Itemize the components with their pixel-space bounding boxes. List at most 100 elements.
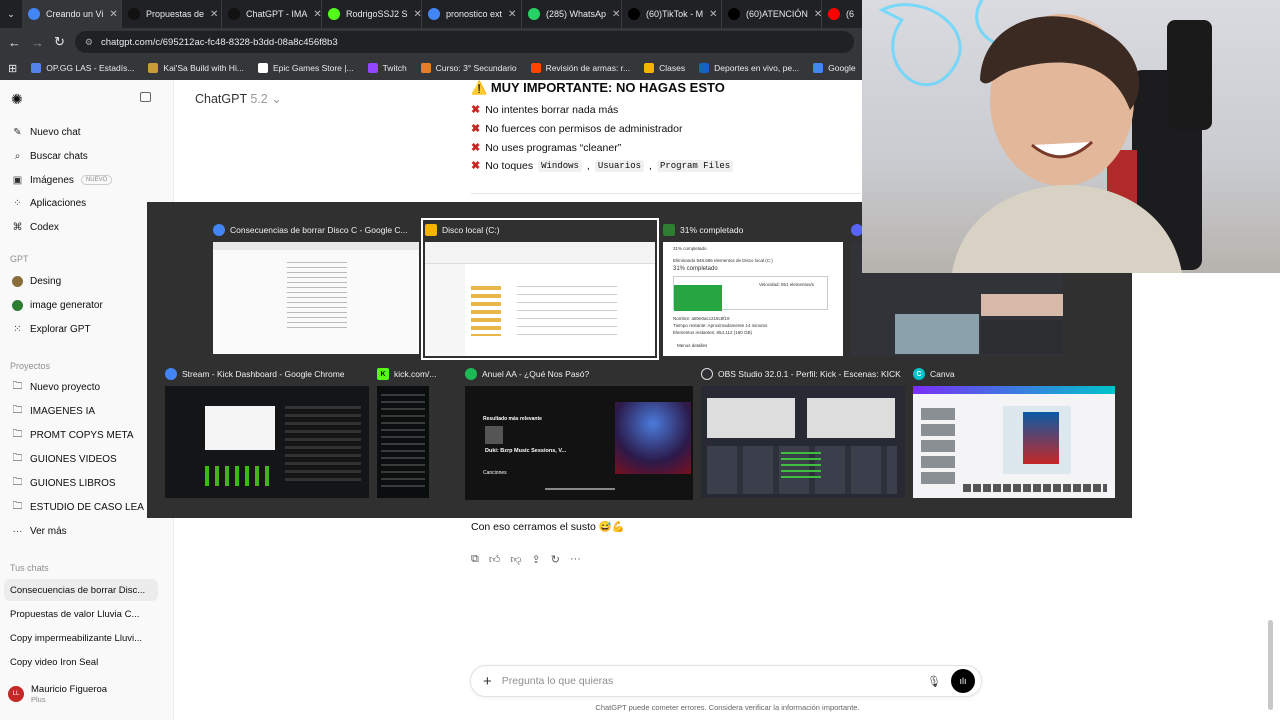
bookmark-favicon-icon (257, 63, 268, 73)
bookmark[interactable]: Kai'Sa Build with Hi... (148, 63, 244, 73)
close-icon[interactable]: ✕ (709, 9, 717, 20)
chatgpt-logo-icon[interactable]: ✺ (11, 91, 23, 108)
switcher-window-chrome[interactable]: Consecuencias de borrar Disco C - Google… (213, 222, 419, 356)
gpt-item-desing[interactable]: Desing (12, 272, 61, 290)
sidebar-item-codex[interactable]: ⌘ Codex (12, 218, 59, 236)
forward-icon[interactable]: → (31, 35, 44, 50)
bookmark[interactable]: OP.GG LAS - Estadís... (31, 63, 134, 73)
browser-tab[interactable]: RodrigoSSJ2 S ✕ (322, 0, 422, 28)
kick-icon: K (377, 368, 389, 380)
browser-tab[interactable]: (6 (822, 0, 862, 28)
composer[interactable]: + Pregunta lo que quieras 🎙︎ ılı (470, 665, 982, 697)
divider (471, 193, 861, 194)
cross-mark-icon: ✖ (471, 123, 481, 135)
bookmark-favicon-icon (31, 63, 42, 73)
browser-tab[interactable]: Propuestas de ✕ (122, 0, 222, 28)
bookmark[interactable]: Curso: 3° Secundario (420, 63, 517, 73)
bookmark[interactable]: Clases (644, 63, 685, 73)
bookmark-favicon-icon (813, 63, 824, 73)
bookmark[interactable]: Deportes en vivo, pe... (699, 63, 799, 73)
browser-tab[interactable]: ChatGPT - IMA ✕ (222, 0, 322, 28)
reload-icon[interactable]: ↻ (54, 34, 65, 50)
chat-item[interactable]: Propuestas de valor Lluvia C... (10, 609, 139, 620)
address-bar[interactable]: ⚙ chatgpt.com/c/695212ac-fc48-8328-b3dd-… (74, 31, 854, 53)
back-icon[interactable]: ← (8, 35, 21, 50)
close-icon[interactable]: ✕ (508, 9, 516, 20)
switcher-window-canva[interactable]: C Canva (913, 366, 1115, 500)
chat-item[interactable]: Copy impermeabilizante Lluvi... (10, 633, 142, 644)
switcher-window-progress[interactable]: 31% completado 31% completado Eliminando… (663, 222, 843, 356)
url-text[interactable]: chatgpt.com/c/695212ac-fc48-8328-b3dd-08… (101, 37, 338, 48)
project-item[interactable]: 🗀 PROMT COPYS META (12, 426, 134, 444)
spotify-icon (465, 368, 477, 380)
close-icon[interactable]: ✕ (814, 9, 821, 20)
explore-gpts[interactable]: ⁙ Explorar GPT (12, 320, 90, 338)
thumbs-up-icon[interactable]: 👍︎ (489, 553, 501, 566)
browser-tab[interactable]: (60)ATENCIÓN ✕ (722, 0, 822, 28)
project-item[interactable]: 🗀 ESTUDIO DE CASO LEA (12, 498, 144, 516)
browser-tab[interactable]: pronostico ext ✕ (422, 0, 522, 28)
switcher-window-spotify[interactable]: Anuel AA - ¿Qué Nos Pasó? Resultado más … (465, 366, 693, 500)
regenerate-icon[interactable]: ↻ (551, 553, 560, 566)
browser-tab[interactable]: (60)TikTok - M ✕ (622, 0, 722, 28)
bookmark[interactable]: Revisión de armas: r... (530, 63, 630, 73)
projects-section-label: Proyectos (10, 361, 51, 371)
more-options-icon[interactable]: ··· (570, 553, 581, 566)
site-info-icon[interactable]: ⚙ (85, 37, 93, 48)
inline-code: Program Files (656, 159, 734, 172)
folder-icon: 🗀 (12, 500, 23, 512)
user-profile[interactable]: LL Mauricio Figueroa Plus (8, 684, 107, 704)
bookmark[interactable]: Twitch (367, 63, 407, 73)
switcher-window-kick-dashboard[interactable]: Stream - Kick Dashboard - Google Chrome (165, 366, 369, 500)
sidebar-item-images[interactable]: ▣ Imágenes NUEVO (12, 171, 113, 189)
project-item[interactable]: 🗀 IMAGENES IA (12, 402, 96, 420)
address-toolbar: ← → ↻ ⚙ chatgpt.com/c/695212ac-fc48-8328… (0, 28, 862, 56)
project-item[interactable]: 🗀 GUIONES VIDEOS (12, 450, 117, 468)
chat-item[interactable]: Consecuencias de borrar Disc... (10, 585, 145, 596)
chat-item[interactable]: Copy video Iron Seal (10, 657, 98, 668)
window-thumbnail: 31% completado Eliminando 948.686 elemen… (663, 242, 843, 356)
scrollbar[interactable] (1268, 620, 1273, 710)
bookmark[interactable]: Epic Games Store |... (257, 63, 354, 73)
model-selector[interactable]: ChatGPT 5.2 ⌄ (195, 91, 282, 106)
project-item[interactable]: 🗀 GUIONES LIBROS (12, 474, 116, 492)
plus-icon[interactable]: + (483, 673, 492, 690)
bookmark[interactable]: Google (813, 63, 856, 73)
copy-icon[interactable]: ⧉ (471, 553, 479, 566)
switcher-window-obs[interactable]: OBS Studio 32.0.1 - Perfil: Kick - Escen… (701, 366, 905, 500)
warning-icon: ⚠️ (471, 80, 488, 95)
sidebar-toggle-icon[interactable] (140, 92, 151, 102)
sidebar-item-search[interactable]: ⌕ Buscar chats (12, 147, 88, 165)
voice-mode-button[interactable]: ılı (951, 669, 975, 693)
project-new[interactable]: 🗀 Nuevo proyecto (12, 378, 101, 396)
see-more[interactable]: ··· Ver más (12, 522, 67, 540)
apps-grid-icon[interactable]: ⊞ (8, 62, 17, 75)
share-icon[interactable]: ⇪ (532, 553, 541, 566)
folder-icon: 🗀 (12, 452, 23, 464)
prompt-input[interactable]: Pregunta lo que quieras (502, 675, 917, 687)
tab-favicon-icon (828, 8, 840, 20)
cross-mark-icon: ✖ (471, 160, 481, 172)
tab-favicon-icon (28, 8, 40, 20)
explore-grid-icon: ⁙ (13, 323, 22, 335)
warning-heading: ⚠️ MUY IMPORTANTE: NO HAGAS ESTO (471, 80, 725, 95)
sidebar-item-new-chat[interactable]: ✎ Nuevo chat (12, 123, 80, 141)
switcher-window-explorer[interactable]: Disco local (C:) (421, 218, 659, 360)
browser-tab[interactable]: Creando un Vi ✕ (22, 0, 122, 28)
close-icon[interactable]: ✕ (612, 9, 620, 20)
close-icon[interactable]: ✕ (313, 9, 321, 20)
microphone-icon[interactable]: 🎙︎ (927, 675, 941, 688)
bookmark-favicon-icon (367, 63, 378, 73)
gpt-item-image-generator[interactable]: image generator (12, 296, 103, 314)
rule-item: ✖ No toques Windows, Usuarios, Program Fi… (471, 159, 734, 172)
switcher-window-kick-popout[interactable]: Kkick.com/... (377, 366, 443, 500)
sidebar-item-apps[interactable]: ⁘ Aplicaciones (12, 194, 86, 212)
browser-tab[interactable]: (285) WhatsAp ✕ (522, 0, 622, 28)
tab-favicon-icon (128, 8, 140, 20)
close-icon[interactable]: ✕ (109, 9, 117, 20)
bookmark-favicon-icon (644, 63, 655, 73)
tab-list-menu[interactable]: ⌄ (0, 0, 22, 28)
close-icon[interactable]: ✕ (210, 9, 218, 20)
close-icon[interactable]: ✕ (414, 9, 421, 20)
thumbs-down-icon[interactable]: 👎︎ (510, 553, 521, 566)
